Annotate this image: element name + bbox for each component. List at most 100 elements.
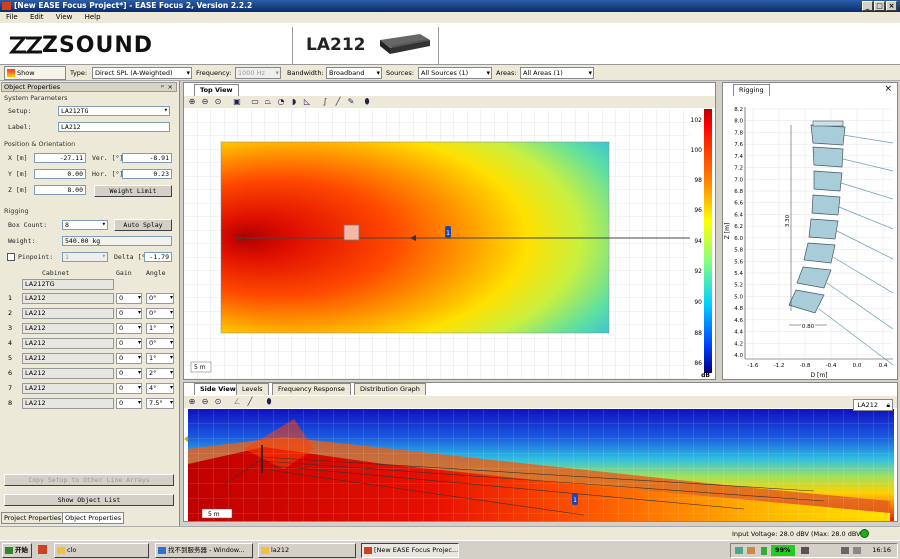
menu-view[interactable]: View bbox=[56, 13, 73, 21]
x-field[interactable]: -27.11 bbox=[34, 153, 86, 163]
minimize-button[interactable]: _ bbox=[862, 1, 873, 11]
zoom-out-icon[interactable]: ⊖ bbox=[200, 97, 210, 107]
side-view-toolbar: ⊕ ⊖ ⊙ ∠ ╱ ⬮ bbox=[184, 396, 897, 408]
tab-distribution-graph[interactable]: Distribution Graph bbox=[354, 383, 426, 395]
rigging-close-icon[interactable]: × bbox=[884, 84, 892, 94]
cabinet-gain-select[interactable]: 0 bbox=[116, 308, 142, 319]
auto-splay-button[interactable]: Auto Splay bbox=[114, 219, 172, 231]
taskbar-item-active[interactable]: [New EASE Focus Projec... bbox=[361, 543, 459, 558]
cabinet-angle-select[interactable]: 0° bbox=[146, 293, 174, 304]
show-object-list-button[interactable]: Show Object List bbox=[4, 494, 174, 506]
weight-limit-button[interactable]: Weight Limit bbox=[94, 185, 172, 197]
frequency-select[interactable]: 1000 Hz bbox=[235, 67, 281, 79]
zoom-fit-icon[interactable]: ⊙ bbox=[213, 397, 223, 407]
line-icon[interactable]: ╱ bbox=[245, 397, 255, 407]
maximize-button[interactable]: □ bbox=[874, 1, 885, 11]
start-button[interactable]: 开始 bbox=[2, 543, 32, 558]
cabinet-angle-select[interactable]: 0° bbox=[146, 308, 174, 319]
hor-field[interactable]: 0.23 bbox=[122, 169, 172, 179]
cabinet-row: 7 LA212 0 4° bbox=[4, 382, 176, 396]
fan-area-icon[interactable]: ◔ bbox=[276, 97, 286, 107]
label-field[interactable]: LA212 bbox=[58, 122, 170, 132]
pencil-icon[interactable]: ✎ bbox=[346, 97, 356, 107]
cabinet-angle-select[interactable]: 1° bbox=[146, 353, 174, 364]
sources-select[interactable]: All Sources (1) bbox=[418, 67, 492, 79]
folder-icon bbox=[261, 547, 269, 554]
menu-file[interactable]: File bbox=[6, 13, 18, 21]
pinpoint-checkbox[interactable] bbox=[7, 253, 15, 261]
listener-seat[interactable] bbox=[343, 224, 360, 241]
pin-icon[interactable]: ᵖ bbox=[161, 83, 164, 91]
cabinet-angle-select[interactable]: 7.5° bbox=[146, 398, 174, 409]
export-icon[interactable]: ▣ bbox=[232, 97, 242, 107]
taskbar-item[interactable]: 找不到服务器 - Window... bbox=[155, 543, 253, 558]
taskbar-item-label: clo bbox=[67, 546, 77, 554]
rigging-group: Rigging bbox=[4, 207, 29, 215]
tab-project-properties[interactable]: Project Properties bbox=[1, 512, 65, 524]
setup-select[interactable]: LA212TG bbox=[58, 106, 170, 116]
segment-area-icon[interactable]: ◺ bbox=[302, 97, 312, 107]
tray-icon[interactable] bbox=[801, 547, 809, 554]
zoom-in-icon[interactable]: ⊕ bbox=[187, 397, 197, 407]
cabinet-gain-select[interactable]: 0 bbox=[116, 398, 142, 409]
box-count-select[interactable]: 8 bbox=[62, 220, 108, 230]
rigging-y-tick: 7.6 bbox=[734, 142, 743, 148]
cabinet-angle-select[interactable]: 0° bbox=[146, 338, 174, 349]
cabinet-angle-select[interactable]: 4° bbox=[146, 383, 174, 394]
tab-top-view[interactable]: Top View bbox=[194, 84, 239, 96]
tab-rigging[interactable]: Rigging bbox=[733, 84, 770, 96]
rigging-y-tick: 8.2 bbox=[734, 107, 743, 113]
ver-field[interactable]: -8.91 bbox=[122, 153, 172, 163]
zoom-fit-icon[interactable]: ⊙ bbox=[213, 97, 223, 107]
delta-field[interactable]: -1.79 bbox=[144, 252, 172, 262]
zoom-in-icon[interactable]: ⊕ bbox=[187, 97, 197, 107]
lock-icon[interactable]: 🔒︎ bbox=[887, 400, 890, 410]
panel-close-icon[interactable]: × bbox=[168, 83, 173, 91]
cabinet-angle-select[interactable]: 1° bbox=[146, 323, 174, 334]
menu-edit[interactable]: Edit bbox=[30, 13, 44, 21]
tray-icon[interactable] bbox=[747, 547, 755, 554]
cabinet-gain-select[interactable]: 0 bbox=[116, 353, 142, 364]
tab-object-properties[interactable]: Object Properties bbox=[62, 512, 125, 524]
z-field[interactable]: 8.00 bbox=[34, 185, 86, 195]
col-cabinet: Cabinet bbox=[42, 269, 70, 277]
close-button[interactable]: × bbox=[886, 1, 897, 11]
source-icon[interactable]: ⬮ bbox=[264, 397, 274, 407]
source-icon[interactable]: ⬮ bbox=[362, 97, 372, 107]
arc-area-icon[interactable]: ◗ bbox=[289, 97, 299, 107]
pinpoint-select[interactable]: 1 bbox=[62, 252, 108, 262]
cabinet-gain-select[interactable]: 0 bbox=[116, 323, 142, 334]
tray-icon[interactable] bbox=[735, 547, 743, 554]
cabinet-angle-select[interactable]: 2° bbox=[146, 368, 174, 379]
y-field[interactable]: 0.00 bbox=[34, 169, 86, 179]
taskbar-item[interactable]: la212 bbox=[258, 543, 356, 558]
zoom-out-icon[interactable]: ⊖ bbox=[200, 397, 210, 407]
menu-help[interactable]: Help bbox=[85, 13, 101, 21]
show-mapping-button[interactable]: Show Mapping bbox=[4, 66, 66, 89]
cabinet-gain-select[interactable]: 0 bbox=[116, 338, 142, 349]
copy-setup-button[interactable]: Copy Setup to Other Line Arrays bbox=[4, 474, 174, 486]
volume-icon[interactable] bbox=[841, 547, 849, 554]
bandwidth-select[interactable]: Broadband bbox=[326, 67, 382, 79]
side-view-canvas: 1 5 m bbox=[184, 409, 894, 521]
tab-side-view[interactable]: Side View bbox=[194, 383, 242, 395]
tab-levels[interactable]: Levels bbox=[236, 383, 269, 395]
type-select[interactable]: Direct SPL (A-Weighted) bbox=[92, 67, 192, 79]
network-icon[interactable] bbox=[853, 547, 861, 554]
taskbar-item[interactable]: clo bbox=[54, 543, 149, 558]
side-source-selector[interactable]: LA212 🔒︎ bbox=[853, 399, 893, 411]
cabinet-gain-select[interactable]: 0 bbox=[116, 293, 142, 304]
angle-icon[interactable]: ∠ bbox=[232, 397, 242, 407]
cabinet-gain-select[interactable]: 0 bbox=[116, 368, 142, 379]
col-angle: Angle bbox=[146, 269, 166, 277]
trapezoid-area-icon[interactable]: ⏢ bbox=[263, 97, 273, 107]
window-title: [New EASE Focus Project*] - EASE Focus 2… bbox=[14, 1, 253, 10]
areas-select[interactable]: All Areas (1) bbox=[520, 67, 594, 79]
rigging-y-tick: 5.8 bbox=[734, 248, 743, 254]
tab-frequency-response[interactable]: Frequency Response bbox=[272, 383, 351, 395]
cabinet-gain-select[interactable]: 0 bbox=[116, 383, 142, 394]
rect-area-icon[interactable]: ▭ bbox=[250, 97, 260, 107]
line-icon[interactable]: ╱ bbox=[333, 97, 343, 107]
curve-icon[interactable]: ∫ bbox=[320, 97, 330, 107]
quicklaunch-icon[interactable] bbox=[38, 545, 47, 554]
